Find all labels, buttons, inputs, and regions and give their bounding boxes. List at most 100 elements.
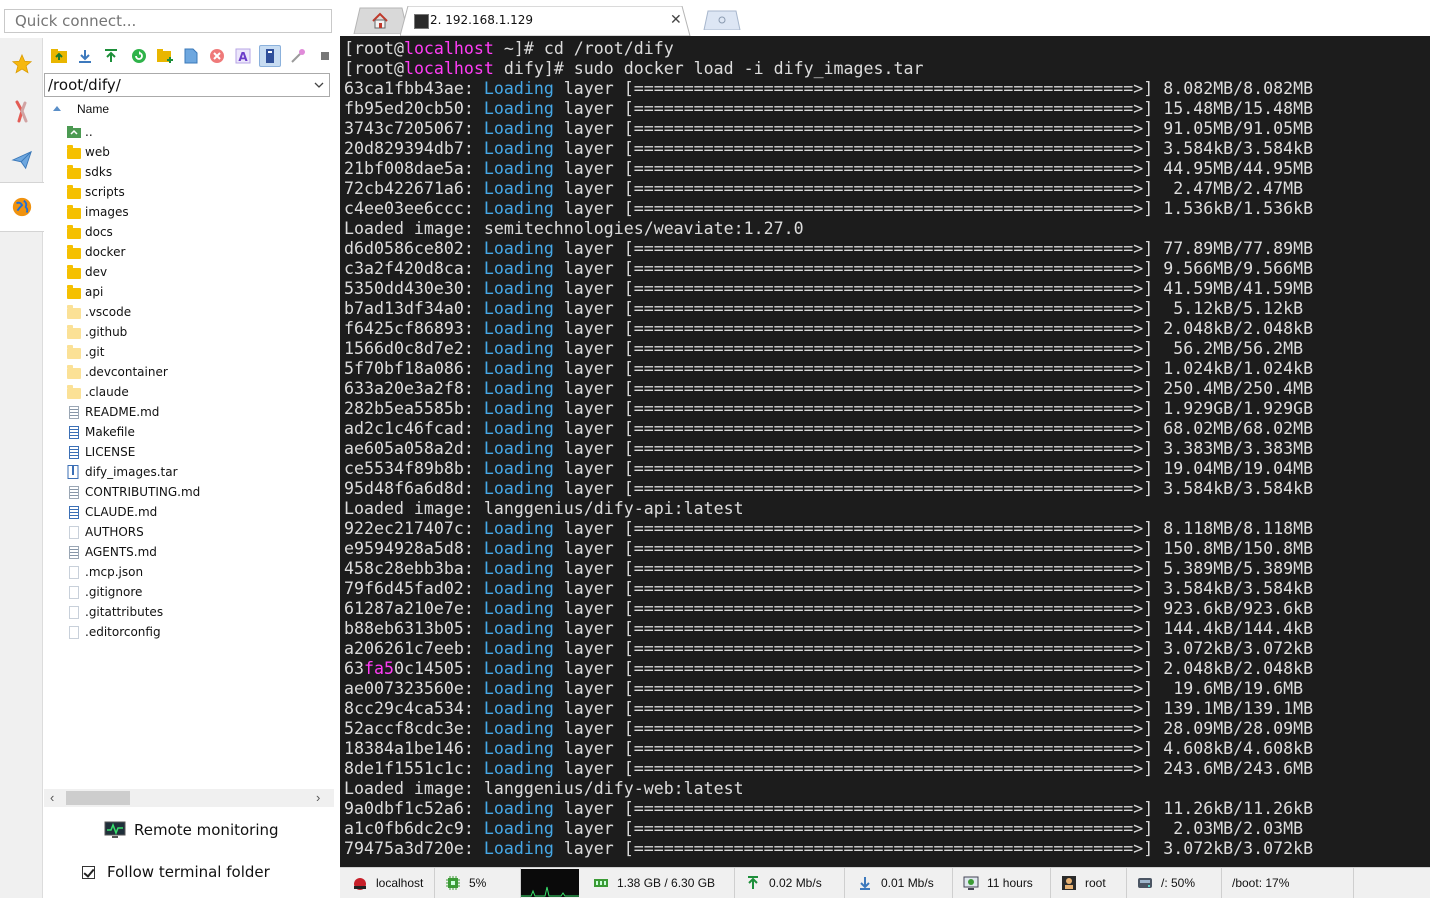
file-row[interactable]: images [67,202,327,222]
folder-icon [67,204,81,219]
status-uptime-label: 11 hours [987,876,1033,890]
new-folder-icon[interactable] [154,45,176,67]
file-row[interactable]: README.md [67,402,327,422]
file-row[interactable]: .gitattributes [67,602,327,622]
download-icon[interactable] [74,45,96,67]
file-row[interactable]: scripts [67,182,327,202]
progress-bar: [=======================================… [623,459,1154,478]
progress-bar: [=======================================… [623,119,1154,138]
layer-size: 68.02MB/68.02MB [1153,419,1314,438]
path-select[interactable]: /root/dify/ [44,73,330,97]
scroll-left-icon[interactable]: ‹ [50,790,54,805]
file-row[interactable]: docs [67,222,327,242]
file-row[interactable]: .mcp.json [67,562,327,582]
checkbox-checked-icon[interactable] [82,865,95,879]
layer-word: layer [553,459,624,478]
rename-icon[interactable]: A [232,45,254,67]
loading-word: Loading [483,99,554,118]
scroll-right-icon[interactable]: › [316,790,320,805]
sftp-browser: A /root/dify/ Name .. web sdks scripts image… [44,38,334,898]
file-row[interactable]: CLAUDE.md [67,502,327,522]
upload-icon[interactable] [100,45,122,67]
file-row[interactable]: web [67,142,327,162]
status-uptime: 11 hours [953,868,1051,898]
file-row[interactable]: .editorconfig [67,622,327,642]
properties-icon[interactable] [287,45,309,67]
file-row[interactable]: CONTRIBUTING.md [67,482,327,502]
name-column-header[interactable]: Name [50,102,109,116]
remote-monitoring-button[interactable]: Remote monitoring [104,821,279,839]
new-tab-button[interactable] [700,10,744,30]
file-icon [69,585,79,599]
parent-folder-icon[interactable] [48,45,70,67]
file-row[interactable]: .devcontainer [67,362,327,382]
layer-id: 3743c7205067 [344,119,464,138]
file-row[interactable]: api [67,282,327,302]
file-row[interactable]: .git [67,342,327,362]
text-editor-icon[interactable] [259,45,281,67]
loading-word: Loading [483,259,554,278]
layer-size: 1.536kB/1.536kB [1153,199,1314,218]
layer-id: a206261c7eeb [344,639,464,658]
send-icon[interactable] [0,136,43,184]
file-row[interactable]: dev [67,262,327,282]
tab-terminal-session[interactable]: 2. 192.168.1.129 ✕ [400,6,692,36]
status-download: 0.01 Mb/s [845,868,953,898]
layer-id: 95d48f6a6d8d [344,479,464,498]
follow-terminal-folder-checkbox[interactable]: Follow terminal folder [82,863,270,881]
scrollbar-thumb[interactable] [66,791,130,805]
loading-word: Loading [483,819,554,838]
tab-home[interactable] [346,6,408,34]
file-row[interactable]: .claude [67,382,327,402]
more-icon[interactable] [314,45,336,67]
chevron-down-icon[interactable] [313,77,325,95]
loaded-image-line: Loaded image: semitechnologies/weaviate:… [344,219,804,238]
delete-icon[interactable] [206,45,228,67]
status-upload-label: 0.02 Mb/s [769,876,822,890]
file-name: .git [85,345,105,359]
layer-id: 458c28ebb3ba [344,559,464,578]
file-row[interactable]: .gitignore [67,582,327,602]
terminal[interactable]: [root@localhost ~]# cd /root/dify [root@l… [340,36,1430,867]
file-row[interactable]: LICENSE [67,442,327,462]
file-row[interactable]: .vscode [67,302,327,322]
terminal-line: fb95ed20cb50: Loading layer [===========… [344,99,1314,118]
cpu-icon [446,876,460,890]
horizontal-scrollbar[interactable]: ‹ › [44,789,334,807]
progress-bar: [=======================================… [623,739,1154,758]
file-icon [69,405,79,419]
file-row[interactable]: AUTHORS [67,522,327,542]
terminal-line: 79475a3d720e: Loading layer [===========… [344,839,1314,858]
file-row[interactable]: sdks [67,162,327,182]
layer-word: layer [553,79,624,98]
refresh-icon[interactable] [128,45,150,67]
file-row[interactable]: AGENTS.md [67,542,327,562]
status-host[interactable]: localhost [340,868,435,898]
quick-connect-input[interactable] [4,9,332,33]
layer-size: 28.09MB/28.09MB [1153,719,1314,738]
layer-id: 20d829394db7 [344,139,464,158]
loading-word: Loading [483,279,554,298]
sessions-globe-icon[interactable] [0,182,44,232]
file-row[interactable]: .github [67,322,327,342]
file-row[interactable]: Makefile [67,422,327,442]
progress-bar: [=======================================… [623,839,1154,858]
layer-word: layer [553,719,624,738]
layer-id: d6d0586ce802 [344,239,464,258]
layer-id: 633a20e3a2f8 [344,379,464,398]
hidden-folder-icon [67,364,81,379]
file-row[interactable]: dify_images.tar [67,462,327,482]
tools-icon[interactable] [0,88,43,136]
layer-id: 63ca1fbb43ae [344,79,464,98]
archive-icon [67,465,81,479]
favorites-star-icon[interactable] [0,40,43,88]
file-row[interactable]: docker [67,242,327,262]
file-row[interactable]: .. [67,122,327,142]
new-file-icon[interactable] [180,45,202,67]
uptime-monitor-icon [963,876,979,890]
loading-word: Loading [483,559,554,578]
status-cpu: 5% [435,868,521,898]
layer-word: layer [553,639,624,658]
close-icon[interactable]: ✕ [670,11,682,28]
layer-size: 11.26kB/11.26kB [1153,799,1314,818]
